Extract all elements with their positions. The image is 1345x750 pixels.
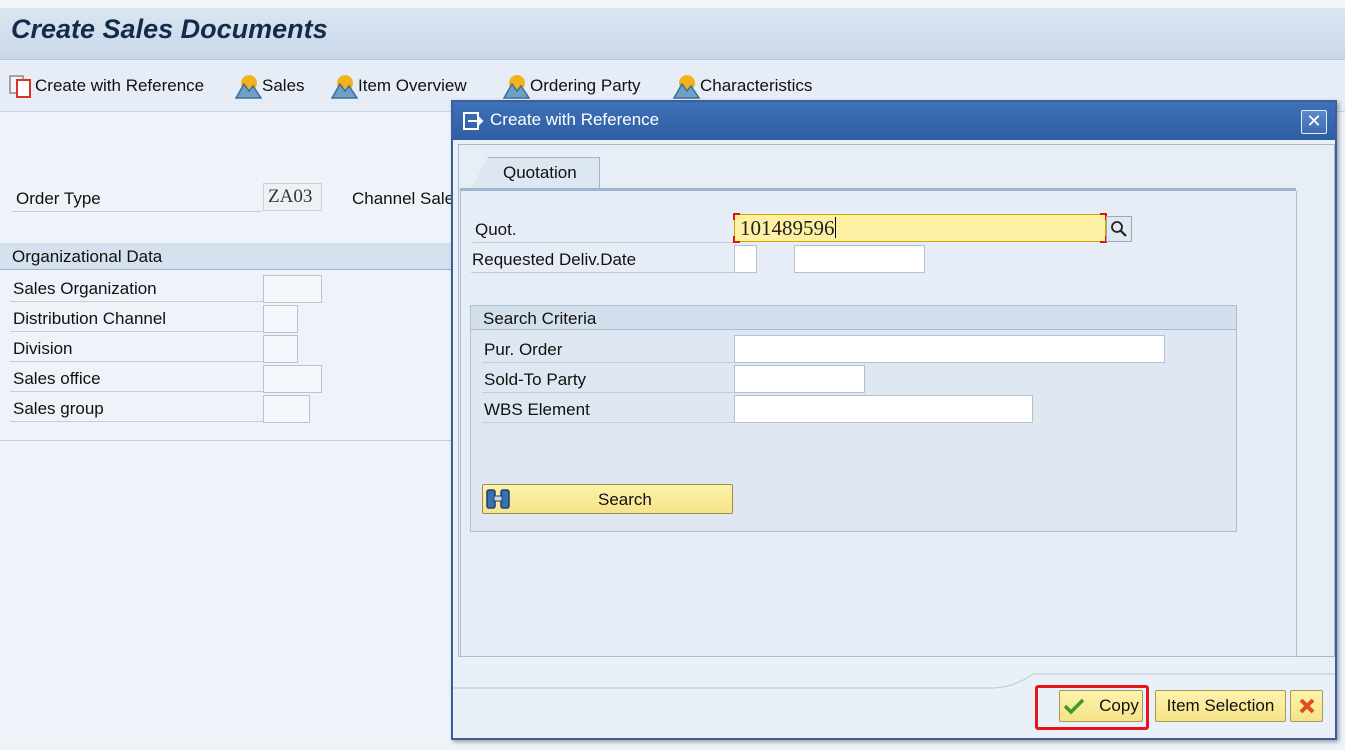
channel-label: Channel Sale bbox=[352, 189, 451, 208]
divider bbox=[473, 242, 734, 243]
sold-to-party-input[interactable] bbox=[734, 365, 865, 393]
binoculars-icon bbox=[486, 489, 510, 509]
sales-organization-label: Sales Organization bbox=[13, 279, 157, 298]
org-data-title: Organizational Data bbox=[12, 247, 163, 266]
search-help-button[interactable] bbox=[1106, 216, 1132, 242]
item-selection-button[interactable]: Item Selection bbox=[1155, 690, 1286, 722]
toolbar-label: Sales bbox=[262, 76, 305, 95]
cancel-x-icon bbox=[1299, 698, 1314, 714]
magnifier-icon bbox=[1111, 221, 1127, 237]
group-bottom-border bbox=[0, 440, 460, 441]
purchase-order-label: Pur. Order bbox=[484, 340, 563, 359]
sold-to-party-label: Sold-To Party bbox=[484, 370, 587, 389]
divider bbox=[10, 421, 263, 422]
page-title: Create Sales Documents bbox=[11, 14, 328, 44]
quotation-number-input[interactable]: 101489596 bbox=[733, 213, 1107, 243]
delivery-date-input[interactable] bbox=[794, 245, 925, 273]
characteristics-button[interactable]: Characteristics bbox=[673, 73, 812, 99]
document-copy-icon bbox=[9, 75, 31, 98]
toolbar-label: Ordering Party bbox=[530, 76, 641, 95]
requested-delivery-date-label: Requested Deliv.Date bbox=[472, 250, 637, 269]
order-type-field[interactable]: ZA03 bbox=[263, 183, 322, 211]
create-reference-icon bbox=[463, 112, 484, 130]
close-dialog-button[interactable]: ✕ bbox=[1301, 110, 1327, 134]
sales-office-label: Sales office bbox=[13, 369, 101, 388]
quot-label: Quot. bbox=[475, 220, 517, 239]
distribution-channel-label: Distribution Channel bbox=[13, 309, 167, 328]
item-selection-button-label: Item Selection bbox=[1166, 696, 1275, 715]
divider bbox=[482, 392, 734, 393]
search-criteria-title: Search Criteria bbox=[483, 309, 597, 328]
copy-button-highlight bbox=[1035, 685, 1149, 730]
sales-organization-input[interactable] bbox=[263, 275, 322, 303]
create-with-reference-button[interactable]: Create with Reference bbox=[8, 73, 204, 99]
wbs-element-label: WBS Element bbox=[484, 400, 590, 419]
divider bbox=[12, 211, 262, 212]
text-cursor bbox=[834, 217, 836, 238]
distribution-channel-input[interactable] bbox=[263, 305, 298, 333]
tab-quotation-label: Quotation bbox=[503, 163, 577, 182]
mountain-sun-icon bbox=[503, 75, 530, 99]
toolbar-label: Create with Reference bbox=[35, 76, 205, 95]
order-type-label: Order Type bbox=[16, 189, 101, 208]
division-label: Division bbox=[13, 339, 73, 358]
mountain-sun-icon bbox=[673, 75, 700, 99]
sales-office-input[interactable] bbox=[263, 365, 322, 393]
search-button-label: Search bbox=[598, 490, 652, 509]
divider bbox=[482, 362, 734, 363]
division-input[interactable] bbox=[263, 335, 298, 363]
search-button[interactable]: Search bbox=[482, 484, 733, 514]
divider bbox=[10, 331, 263, 332]
sales-group-input[interactable] bbox=[263, 395, 310, 423]
dialog-title: Create with Reference bbox=[490, 110, 660, 129]
mountain-sun-icon bbox=[235, 75, 262, 99]
divider bbox=[471, 272, 734, 273]
toolbar-label: Item Overview bbox=[358, 76, 467, 95]
sales-group-label: Sales group bbox=[13, 399, 104, 418]
required-marker bbox=[733, 213, 740, 220]
close-icon: ✕ bbox=[1306, 111, 1322, 131]
purchase-order-input[interactable] bbox=[734, 335, 1165, 363]
divider bbox=[10, 391, 263, 392]
quotation-number-value: 101489596 bbox=[740, 216, 835, 240]
divider bbox=[482, 422, 734, 423]
required-marker bbox=[733, 236, 740, 243]
wbs-element-input[interactable] bbox=[734, 395, 1033, 423]
mountain-sun-icon bbox=[331, 75, 358, 99]
item-overview-button[interactable]: Item Overview bbox=[331, 73, 467, 99]
divider bbox=[10, 361, 263, 362]
footer-curve bbox=[453, 673, 1335, 689]
ordering-party-button[interactable]: Ordering Party bbox=[503, 73, 641, 99]
divider bbox=[10, 301, 263, 302]
cancel-button[interactable] bbox=[1290, 690, 1323, 722]
toolbar-label: Characteristics bbox=[700, 76, 813, 95]
delivery-date-type-input[interactable] bbox=[734, 245, 757, 273]
sales-button[interactable]: Sales bbox=[235, 73, 305, 99]
